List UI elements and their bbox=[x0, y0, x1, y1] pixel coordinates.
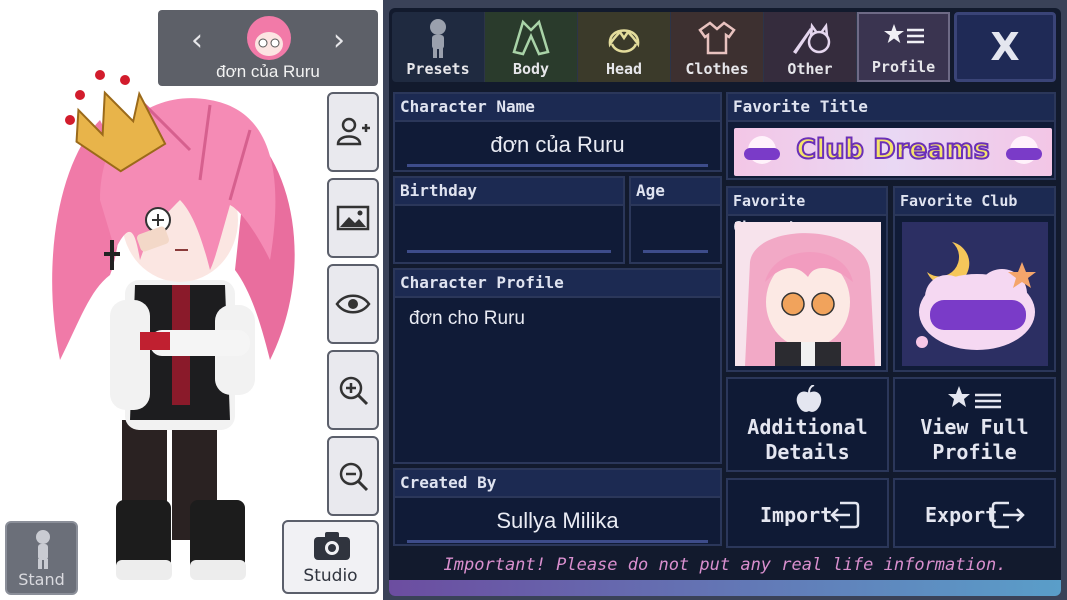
tab-presets[interactable]: Presets bbox=[392, 12, 485, 82]
created-by-header: Created By bbox=[395, 470, 720, 498]
camera-icon bbox=[314, 532, 350, 560]
character-figure[interactable] bbox=[40, 60, 330, 590]
favorite-character-image[interactable] bbox=[735, 222, 881, 366]
character-profile-box: Character Profile đơn cho Ruru bbox=[393, 268, 722, 464]
favorite-club-header: Favorite Club bbox=[895, 188, 1054, 216]
privacy-warning: Important! Please do not put any real li… bbox=[443, 555, 1007, 575]
tab-body-label: Body bbox=[512, 60, 550, 78]
stand-button[interactable]: Stand bbox=[5, 521, 78, 595]
stand-label: Stand bbox=[18, 570, 65, 589]
character-avatar[interactable] bbox=[244, 14, 294, 60]
favorite-title-header: Favorite Title bbox=[728, 94, 1054, 122]
favorite-character-box: Favorite Character bbox=[726, 186, 888, 372]
tab-other[interactable]: Other bbox=[764, 12, 857, 82]
birthday-header: Birthday bbox=[395, 178, 623, 206]
import-label: Import bbox=[760, 503, 833, 527]
created-by-field[interactable]: Sullya Milika bbox=[395, 508, 720, 534]
shirt-icon bbox=[698, 21, 736, 55]
export-icon bbox=[991, 501, 1025, 529]
studio-button[interactable]: Studio bbox=[282, 520, 379, 594]
tab-head-label: Head bbox=[605, 60, 643, 78]
birthday-box: Birthday bbox=[393, 176, 625, 264]
age-box: Age bbox=[629, 176, 722, 264]
star-list-icon bbox=[884, 24, 924, 44]
age-underline bbox=[643, 250, 708, 253]
stand-figure-icon bbox=[36, 530, 50, 569]
star-list-icon bbox=[948, 386, 1001, 409]
add-person-icon bbox=[336, 117, 370, 146]
figure-icon bbox=[430, 19, 446, 58]
favorite-title-text: Club Dreams bbox=[795, 133, 990, 166]
tab-other-label: Other bbox=[787, 60, 833, 78]
zoom-out-icon bbox=[339, 462, 369, 492]
additional-details-line2: Details bbox=[765, 440, 850, 464]
import-icon bbox=[830, 501, 860, 529]
favorite-title-box: Favorite Title Club Dreams bbox=[726, 92, 1056, 180]
visibility-button[interactable] bbox=[327, 264, 379, 344]
tab-profile-label: Profile bbox=[871, 58, 936, 76]
zoom-in-button[interactable] bbox=[327, 350, 379, 430]
tab-head[interactable]: Head bbox=[578, 12, 671, 82]
character-name-underline bbox=[407, 164, 708, 167]
zoom-out-button[interactable] bbox=[327, 436, 379, 516]
apple-icon bbox=[796, 385, 822, 412]
created-by-box: Created By Sullya Milika bbox=[393, 468, 722, 546]
tab-clothes[interactable]: Clothes bbox=[671, 12, 764, 82]
chevron-left-icon[interactable]: ‹ bbox=[180, 24, 214, 58]
character-name-field[interactable]: đơn của Ruru bbox=[395, 132, 720, 158]
chevron-right-icon[interactable]: › bbox=[322, 24, 356, 58]
studio-label: Studio bbox=[303, 566, 358, 586]
add-character-button[interactable] bbox=[327, 92, 379, 172]
character-selector: ‹ › đơn của Ruru bbox=[158, 10, 378, 86]
view-full-profile-line1: View Full bbox=[920, 415, 1029, 439]
eye-icon bbox=[335, 294, 371, 314]
created-by-underline bbox=[407, 540, 708, 543]
age-header: Age bbox=[631, 178, 720, 206]
tab-profile[interactable]: Profile bbox=[857, 12, 950, 82]
tab-presets-label: Presets bbox=[406, 60, 470, 78]
favorite-club-image[interactable] bbox=[902, 222, 1048, 366]
character-profile-header: Character Profile bbox=[395, 270, 720, 298]
favorite-club-box: Favorite Club bbox=[893, 186, 1056, 372]
tab-clothes-label: Clothes bbox=[685, 60, 749, 78]
export-label: Export bbox=[925, 503, 998, 527]
zoom-in-icon bbox=[339, 376, 369, 406]
view-full-profile-line2: Profile bbox=[932, 440, 1017, 464]
background-button[interactable] bbox=[327, 178, 379, 258]
additional-details-line1: Additional bbox=[747, 415, 868, 439]
view-full-profile-button[interactable]: View Full Profile bbox=[893, 377, 1056, 472]
tab-body[interactable]: Body bbox=[485, 12, 578, 82]
character-name-box: Character Name đơn của Ruru bbox=[393, 92, 722, 172]
favorite-character-header: Favorite Character bbox=[728, 188, 886, 236]
character-profile-field[interactable]: đơn cho Ruru bbox=[409, 308, 525, 330]
character-scene bbox=[0, 0, 383, 600]
character-name-label: đơn của Ruru bbox=[216, 62, 320, 81]
sword-cat-icon bbox=[793, 22, 831, 54]
import-button[interactable]: Import bbox=[726, 478, 889, 548]
panel-bottom-strip bbox=[389, 580, 1061, 596]
additional-details-button[interactable]: Additional Details bbox=[726, 377, 889, 472]
favorite-title-banner[interactable]: Club Dreams bbox=[734, 128, 1052, 176]
character-name-header: Character Name bbox=[395, 94, 720, 122]
export-button[interactable]: Export bbox=[893, 478, 1056, 548]
image-icon bbox=[336, 205, 370, 231]
hair-icon bbox=[608, 29, 640, 53]
birthday-underline bbox=[407, 250, 611, 253]
jacket-icon bbox=[512, 19, 550, 56]
close-button[interactable]: X bbox=[954, 12, 1056, 82]
